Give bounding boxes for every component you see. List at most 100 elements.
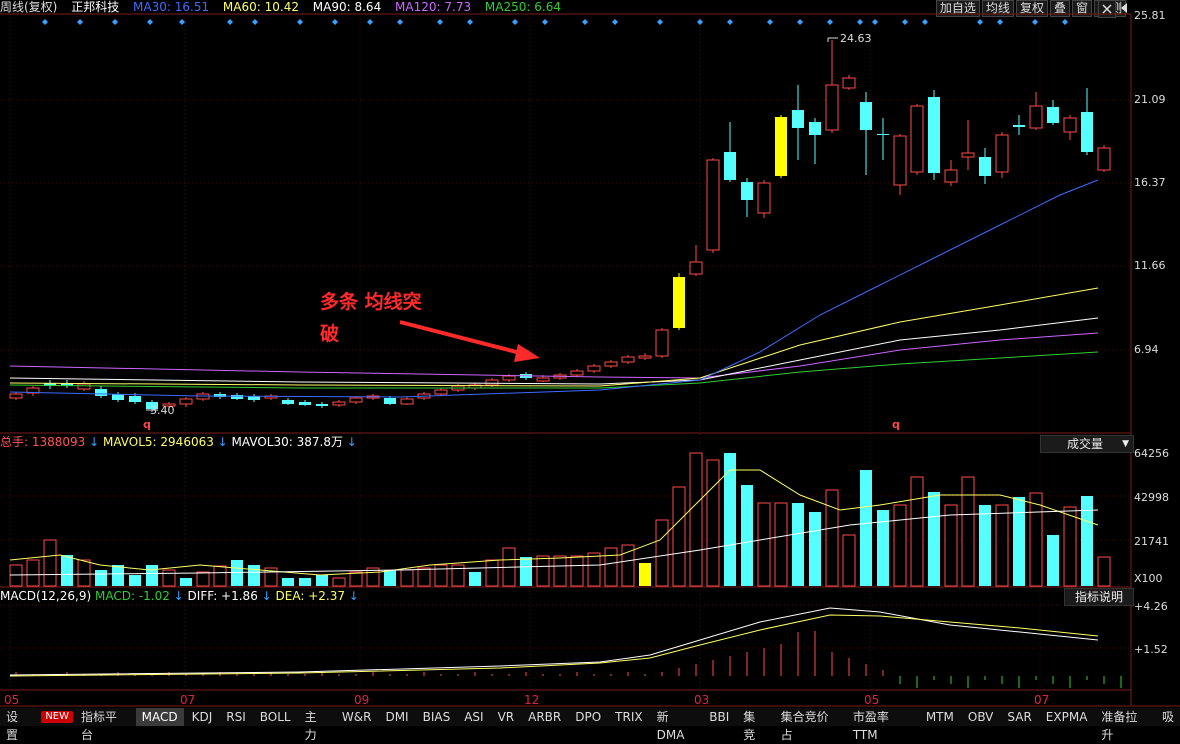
tab-22[interactable]: OBV (962, 708, 1000, 726)
tab-16[interactable]: 新DMA (651, 708, 702, 742)
candle-body (842, 77, 856, 89)
volume-bar (77, 559, 91, 587)
volume-bar (146, 565, 158, 586)
tab-14[interactable]: DPO (569, 708, 607, 726)
macd-params: MACD(12,26,9) (0, 589, 92, 603)
tab-21[interactable]: MTM (920, 708, 960, 726)
dea-value: DEA: +2.37 (275, 589, 345, 603)
tab-10[interactable]: BIAS (417, 708, 457, 726)
volume-bar (400, 569, 414, 587)
tab-2[interactable]: 指标平台 (75, 708, 134, 742)
volume-bar (536, 555, 550, 587)
candle-body (621, 356, 635, 363)
tab-3[interactable]: MACD (135, 708, 184, 726)
volume-bar (639, 563, 651, 586)
tab-12[interactable]: VR (492, 708, 521, 726)
volume-bar (587, 552, 601, 587)
tab-4[interactable]: KDJ (186, 708, 219, 726)
candle-body (757, 182, 771, 214)
tab-25[interactable]: 准备拉升 (1095, 708, 1154, 742)
month-label: 05 (864, 693, 880, 707)
candle-body (944, 169, 958, 183)
candle-body (604, 361, 618, 367)
volume-bar (792, 503, 804, 586)
candle-body (910, 105, 924, 173)
signal-diamond-icon (1032, 19, 1038, 25)
candle-body (536, 377, 550, 382)
volume-bar (213, 565, 227, 587)
candle-body (638, 355, 652, 359)
signal-diamond-icon (727, 19, 733, 25)
signal-diamond-icon (437, 19, 443, 25)
volume-bar (1013, 497, 1025, 586)
candle-body (741, 182, 753, 200)
signal-diamond-icon (922, 19, 928, 25)
signal-diamond-icon (252, 19, 258, 25)
signal-diamond-icon (797, 19, 803, 25)
indicator-dropdown[interactable]: 成交量 ▼ (1040, 435, 1134, 453)
volume-bar (180, 578, 192, 586)
volume-bar (944, 504, 958, 587)
signal-diamond-icon (147, 19, 153, 25)
month-label: 07 (1034, 693, 1050, 707)
signal-diamond-icon (657, 19, 663, 25)
volume-bar (417, 567, 431, 587)
signal-diamond-icon (857, 19, 863, 25)
svg-text:q: q (892, 418, 900, 431)
candle-body (706, 159, 720, 251)
tab-6[interactable]: BOLL (254, 708, 297, 726)
tab-5[interactable]: RSI (220, 708, 252, 726)
tab-19[interactable]: 集合竞价占 (775, 708, 845, 742)
tab-8[interactable]: W&R (336, 708, 378, 726)
candle-body (689, 261, 703, 275)
volume-bar (61, 555, 73, 586)
stock-chart: 24.63 3.40 q q (0, 13, 1180, 707)
tab-9[interactable]: DMI (379, 708, 414, 726)
price-axis-3: 11.66 (1134, 259, 1166, 272)
tab-24[interactable]: EXPMA (1040, 708, 1094, 726)
total-volume: 总手: 1388093 (0, 435, 86, 449)
tab-23[interactable]: SAR (1001, 708, 1037, 726)
candle-body (299, 402, 311, 405)
signal-diamond-icon (767, 19, 773, 25)
candle-body (995, 134, 1009, 173)
volume-bar (196, 571, 210, 587)
volume-bar (604, 547, 618, 587)
volume-bar (43, 539, 57, 587)
volume-bar (162, 569, 176, 587)
indicator-help-button[interactable]: 指标说明 (1064, 588, 1134, 606)
volume-bar (961, 476, 975, 587)
volume-bar (248, 565, 260, 586)
mavol30: MAVOL30: 387.8万 (231, 435, 343, 449)
tab-7[interactable]: 主力 (299, 708, 334, 742)
signal-diamond-icon (332, 19, 338, 25)
signal-diamond-icon (179, 19, 185, 25)
tab-11[interactable]: ASI (458, 708, 489, 726)
volume-bar (724, 453, 736, 586)
candle-body (979, 157, 991, 176)
candle-body (231, 395, 243, 399)
signal-diamond-icon (612, 19, 618, 25)
chevron-down-icon: ▼ (1122, 439, 1129, 449)
tab-18[interactable]: 集竞 (737, 708, 772, 742)
volume-bar (689, 452, 703, 587)
month-label: 07 (180, 693, 196, 707)
vol-axis-0: 64256 (1134, 447, 1169, 460)
volume-header: 总手: 1388093 ↓ MAVOL5: 2946063 ↓ MAVOL30:… (0, 435, 357, 449)
tab-26[interactable]: 吸 (1156, 708, 1180, 726)
tab-13[interactable]: ARBR (522, 708, 567, 726)
candle-body (400, 398, 414, 405)
candle-body (792, 110, 804, 128)
candle-body (570, 370, 584, 376)
vol-axis-1: 42998 (1134, 491, 1169, 504)
volume-bar (1081, 496, 1093, 586)
volume-bar (774, 502, 788, 587)
tab-20[interactable]: 市盈率TTM (847, 708, 918, 742)
tab-15[interactable]: TRIX (609, 708, 648, 726)
tab-17[interactable]: BBI (703, 708, 735, 726)
candle-body (1097, 147, 1111, 171)
tab-0[interactable]: 设置 (0, 708, 35, 742)
volume-bar (621, 544, 635, 587)
signal-diamond-icon (542, 19, 548, 25)
month-label: 03 (694, 693, 710, 707)
